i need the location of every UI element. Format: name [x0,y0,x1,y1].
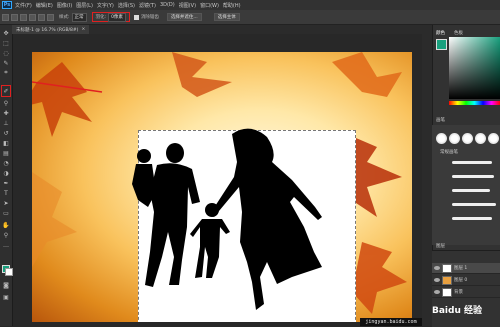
menu-window[interactable]: 窗口(W) [200,2,219,9]
antialias-label: 消除锯齿 [140,15,159,20]
blur-tool-icon[interactable]: ◔ [2,159,10,167]
menu-3d[interactable]: 3D(D) [160,2,175,8]
family-silhouette [132,128,322,310]
shape-tool-icon[interactable]: ▭ [2,209,10,217]
options-bar: 样式: 正常 羽化: 0像素 消除锯齿 选择并遮住... 选择主体 [0,10,500,25]
tab-color[interactable]: 颜色 [436,30,445,36]
select-and-mask-button[interactable]: 选择并遮住... [166,13,202,21]
tab-layers[interactable]: 图层 [436,243,445,249]
layer-row[interactable]: 背景 [432,287,500,298]
lasso-tool-icon[interactable]: ◌ [2,49,10,57]
layer-name[interactable]: 背景 [454,289,463,295]
marquee-tool-icon[interactable]: ⬚ [2,39,10,47]
tools-panel: ✥ ⬚ ◌ ✎ ⌗ ✐ ⚲ ✚ ⊥ ↺ ◧ ▤ ◔ ◑ ✒ T ➤ ▭ ✋ ⚲ … [0,25,13,326]
more-tools-icon[interactable]: … [2,241,10,249]
layers-panel: 图层 1 图层 0 背景 Baidu 经验 [432,250,500,327]
color-picker-field[interactable] [449,37,500,99]
menu-image[interactable]: 图像(I) [57,2,72,9]
select-subject-button[interactable]: 选择主体 [213,13,240,21]
screen-mode-icon[interactable]: ▣ [2,293,10,301]
layer-thumbnail [442,287,452,297]
quick-select-tool-icon[interactable]: ✎ [2,59,10,67]
new-selection-icon[interactable] [20,13,27,21]
move-tool-icon[interactable]: ✥ [2,29,10,37]
close-icon[interactable]: × [81,27,85,32]
eye-icon[interactable] [434,278,440,282]
menu-view[interactable]: 视图(V) [179,2,196,9]
brush-tool-icon[interactable]: ✐ [2,87,10,95]
eyedropper-tool-icon[interactable]: ⚲ [2,99,10,107]
home-icon[interactable] [2,13,9,21]
watermark-logo: Baidu 经验 [432,306,483,316]
pen-tool-icon[interactable]: ✒ [2,179,10,187]
menu-help[interactable]: 帮助(H) [223,2,241,9]
brush-stroke-5[interactable] [452,217,492,220]
hue-slider[interactable] [449,101,500,105]
eye-icon[interactable] [434,290,440,294]
menu-select[interactable]: 选择(S) [118,2,135,9]
brush-stroke-2[interactable] [452,175,494,178]
marquee-tool-preset-icon[interactable] [11,13,18,21]
layer-thumbnail [442,275,452,285]
hand-tool-icon[interactable]: ✋ [2,221,10,229]
brush-preset-3[interactable] [462,133,473,144]
feather-highlight-box: 羽化: 0像素 [91,12,130,22]
feather-label: 羽化: [95,15,107,20]
add-selection-icon[interactable] [29,13,36,21]
layer-row[interactable]: 图层 1 [432,263,500,274]
style-select[interactable]: 正常 [71,12,87,22]
layer-name[interactable]: 图层 1 [454,265,467,271]
brush-stroke-3[interactable] [452,189,490,192]
feather-input[interactable]: 0像素 [108,12,126,22]
crop-tool-icon[interactable]: ⌗ [2,69,10,77]
antialias-checkbox[interactable] [133,14,139,20]
layer-row[interactable]: 图层 0 [432,275,500,286]
type-tool-icon[interactable]: T [2,189,10,197]
subtract-selection-icon[interactable] [38,13,45,21]
tab-swatches[interactable]: 色板 [454,30,463,36]
tab-brushes[interactable]: 画笔 [436,117,445,123]
menu-type[interactable]: 文字(Y) [97,2,114,9]
brush-preset-2[interactable] [449,133,460,144]
history-brush-icon[interactable]: ↺ [2,129,10,137]
document-tab-label: 未标题-1 @ 16.7% (RGB/8#) [16,27,79,33]
brushes-panel: 常规画笔 [432,125,500,245]
watermark-url: jingyan.baidu.com [360,318,422,326]
eraser-tool-icon[interactable]: ◧ [2,139,10,147]
layer-thumbnail [442,263,452,273]
right-panels: 颜色 色板 画笔 常规画笔 图层 图层 1 图层 0 背景 Baidu 经验 [422,25,500,327]
path-select-tool-icon[interactable]: ➤ [2,199,10,207]
color-swatch-pair[interactable] [436,39,447,50]
dodge-tool-icon[interactable]: ◑ [2,169,10,177]
brush-stroke-1[interactable] [452,161,492,164]
document-tab[interactable]: 未标题-1 @ 16.7% (RGB/8#) × [12,25,90,34]
brush-group-label[interactable]: 常规画笔 [440,149,458,155]
style-label: 样式: [59,15,70,20]
intersect-selection-icon[interactable] [47,13,54,21]
document-canvas[interactable] [32,52,412,322]
brush-stroke-4[interactable] [452,203,496,206]
quick-mask-icon[interactable]: ◙ [2,281,10,289]
menu-filter[interactable]: 滤镜(T) [139,2,156,9]
layer-name[interactable]: 图层 0 [454,277,467,283]
gradient-tool-icon[interactable]: ▤ [2,149,10,157]
menu-bar: Ps 文件(F) 编辑(E) 图像(I) 图层(L) 文字(Y) 选择(S) 滤… [0,0,500,10]
brush-preset-4[interactable] [475,133,486,144]
menu-file[interactable]: 文件(F) [15,2,32,9]
menu-layer[interactable]: 图层(L) [76,2,93,9]
zoom-tool-icon[interactable]: ⚲ [2,231,10,239]
brush-preset-1[interactable] [436,133,447,144]
photoshop-logo[interactable]: Ps [2,1,12,9]
brush-preset-5[interactable] [488,133,499,144]
eye-icon[interactable] [434,266,440,270]
healing-tool-icon[interactable]: ✚ [2,109,10,117]
menu-edit[interactable]: 编辑(E) [36,2,53,9]
stamp-tool-icon[interactable]: ⊥ [2,119,10,127]
background-color-swatch[interactable] [5,268,13,276]
document-tabs: 未标题-1 @ 16.7% (RGB/8#) × [12,25,422,34]
